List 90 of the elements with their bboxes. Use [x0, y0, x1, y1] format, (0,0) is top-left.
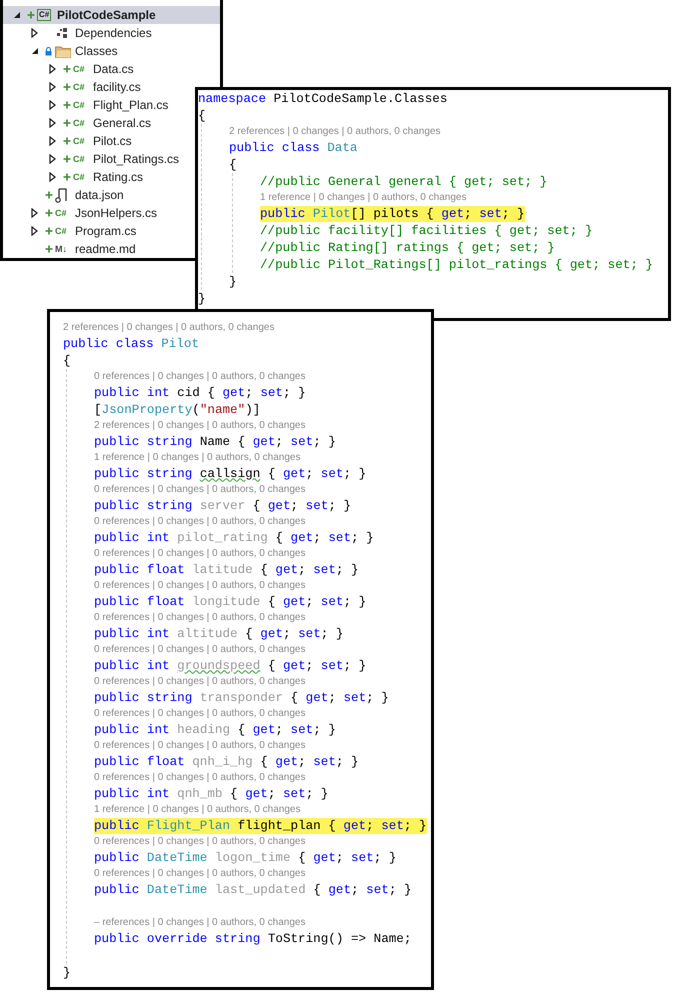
codelens-info[interactable]: 0 references | 0 changes | 0 authors, 0 changes: [94, 548, 306, 559]
collapsed-arrow-icon[interactable]: [49, 172, 56, 182]
codelens-info[interactable]: 2 references | 0 changes | 0 authors, 0 changes: [229, 126, 440, 137]
collapsed-arrow-icon[interactable]: [49, 154, 56, 164]
tree-item[interactable]: C# Pilot_Ratings.cs: [3, 150, 186, 168]
code-line: public string server { get; set; }: [94, 498, 352, 514]
code-line: }: [229, 274, 237, 290]
code-line: //public General general { get; set; }: [260, 174, 548, 190]
tree-item[interactable]: C# Flight_Plan.cs: [3, 96, 174, 114]
code-line: public string Name { get; set; }: [94, 434, 336, 450]
codelens-info[interactable]: 0 references | 0 changes | 0 authors, 0 changes: [94, 516, 306, 527]
csharp-file-icon: C#: [73, 64, 85, 74]
csharp-file-icon: C#: [73, 100, 85, 110]
codelens-info[interactable]: 2 references | 0 changes | 0 authors, 0 changes: [63, 322, 274, 333]
tree-item[interactable]: C# PilotCodeSample: [3, 6, 220, 24]
codelens-info[interactable]: – references | 0 changes | 0 authors, 0 changes: [94, 917, 306, 928]
collapsed-arrow-icon[interactable]: [31, 28, 38, 38]
codelens-info[interactable]: 0 references | 0 changes | 0 authors, 0 changes: [94, 484, 306, 495]
collapsed-arrow-icon[interactable]: [31, 208, 38, 218]
tree-item[interactable]: data.json: [3, 186, 130, 204]
folder-icon: [55, 44, 71, 58]
expanded-arrow-icon[interactable]: [31, 47, 39, 55]
collapsed-arrow-icon[interactable]: [31, 226, 38, 236]
collapsed-arrow-icon[interactable]: [49, 100, 56, 110]
codelens-info[interactable]: 0 references | 0 changes | 0 authors, 0 changes: [94, 580, 306, 591]
code-line: }: [63, 964, 71, 980]
code-line: public string transponder { get; set; }: [94, 690, 389, 706]
csharp-project-icon: C#: [37, 9, 52, 21]
tree-item[interactable]: Classes: [3, 42, 124, 60]
code-line: [JsonProperty("name")]: [94, 402, 260, 418]
collapsed-arrow-icon[interactable]: [49, 64, 56, 74]
code-line: public float qnh_i_hg { get; set; }: [94, 754, 359, 770]
code-line: public int qnh_mb { get; set; }: [94, 786, 328, 802]
code-line: public override string ToString() => Name;: [94, 930, 412, 946]
code-line: public int cid { get; set; }: [94, 384, 306, 400]
tree-item[interactable]: C# facility.cs: [3, 78, 147, 96]
tree-item[interactable]: C# JsonHelpers.cs: [3, 204, 164, 222]
csharp-file-icon: C#: [73, 172, 85, 182]
codelens-info[interactable]: 2 references | 0 changes | 0 authors, 0 changes: [94, 420, 306, 431]
csharp-file-icon: C#: [73, 154, 85, 164]
json-file-icon: [55, 188, 67, 202]
collapsed-arrow-icon[interactable]: [49, 118, 56, 128]
code-line: {: [229, 156, 237, 172]
code-line: //public Rating[] ratings { get; set; }: [260, 240, 555, 256]
code-line: public float latitude { get; set; }: [94, 562, 359, 578]
collapsed-arrow-icon[interactable]: [49, 82, 56, 92]
code-line: public DateTime last_updated { get; set; }: [94, 882, 412, 898]
code-line: public int altitude { get; set; }: [94, 626, 344, 642]
csharp-file-icon: C#: [73, 82, 85, 92]
code-line: public float longitude { get; set; }: [94, 594, 366, 610]
codelens-info[interactable]: 0 references | 0 changes | 0 authors, 0 changes: [94, 708, 306, 719]
code-line: //public Pilot_Ratings[] pilot_ratings { get; set; }: [260, 256, 653, 272]
code-line: public int groundspeed { get; set; }: [94, 658, 366, 674]
codelens-info[interactable]: 0 references | 0 changes | 0 authors, 0 changes: [94, 371, 306, 382]
code-line: public DateTime logon_time { get; set; }: [94, 850, 396, 866]
codelens-info[interactable]: 1 reference | 0 changes | 0 authors, 0 changes: [94, 804, 300, 815]
code-line: public class Data: [229, 140, 358, 156]
code-line: //public facility[] facilities { get; set; }: [260, 222, 593, 238]
tree-item[interactable]: Dependencies: [3, 24, 158, 42]
code-line: public int heading { get; set; }: [94, 722, 336, 738]
tree-item[interactable]: C# Rating.cs: [3, 168, 150, 186]
codelens-info[interactable]: 0 references | 0 changes | 0 authors, 0 changes: [94, 740, 306, 751]
tree-item[interactable]: C# General.cs: [3, 114, 158, 132]
tree-item[interactable]: C# Pilot.cs: [3, 132, 138, 150]
codelens-info[interactable]: 0 references | 0 changes | 0 authors, 0 changes: [94, 772, 306, 783]
code-line: {: [63, 352, 71, 368]
csharp-file-icon: C#: [73, 118, 85, 128]
dependencies-icon: [55, 27, 69, 39]
codelens-info[interactable]: 0 references | 0 changes | 0 authors, 0 changes: [94, 868, 306, 879]
codelens-info[interactable]: 0 references | 0 changes | 0 authors, 0 changes: [94, 612, 306, 623]
codelens-info[interactable]: 1 reference | 0 changes | 0 authors, 0 changes: [260, 192, 466, 203]
csharp-file-icon: C#: [73, 136, 85, 146]
code-line: namespace PilotCodeSample.Classes: [198, 90, 448, 106]
expanded-arrow-icon[interactable]: [13, 11, 21, 19]
code-line: public string callsign { get; set; }: [94, 466, 366, 482]
codelens-info[interactable]: 0 references | 0 changes | 0 authors, 0 changes: [94, 644, 306, 655]
codelens-info[interactable]: 0 references | 0 changes | 0 authors, 0 changes: [94, 836, 306, 847]
tree-item[interactable]: C# Data.cs: [3, 60, 140, 78]
codelens-info[interactable]: 1 reference | 0 changes | 0 authors, 0 changes: [94, 452, 300, 463]
tree-item[interactable]: C# Program.cs: [3, 222, 142, 240]
code-line: public int pilot_rating { get; set; }: [94, 530, 374, 546]
csharp-file-icon: C#: [55, 226, 67, 236]
tree-item[interactable]: M↓ readme.md: [3, 240, 142, 258]
markdown-file-icon: M↓: [55, 244, 67, 254]
csharp-file-icon: C#: [55, 208, 67, 218]
collapsed-arrow-icon[interactable]: [49, 136, 56, 146]
codelens-info[interactable]: 0 references | 0 changes | 0 authors, 0 changes: [94, 676, 306, 687]
code-line: public class Pilot: [63, 336, 200, 352]
code-line: {: [198, 108, 206, 124]
code-line: }: [198, 290, 206, 306]
